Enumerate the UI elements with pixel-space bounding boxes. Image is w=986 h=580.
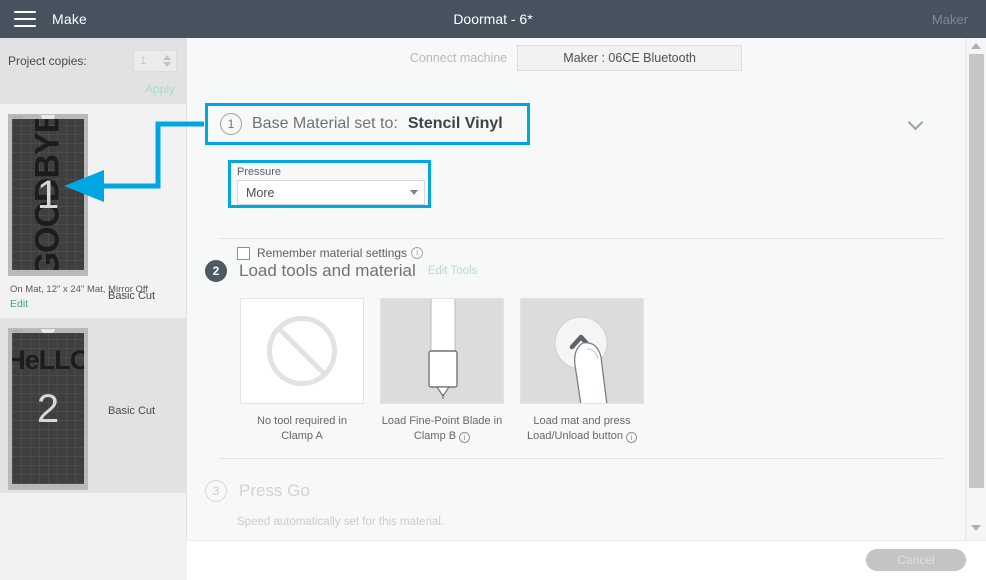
mat-sidebar: Project copies: 1 Apply 12x24 GOODBYE 1 …: [0, 38, 187, 580]
tool-card-caption-line1: No tool required in: [257, 415, 347, 427]
tool-card-caption-line2: Clamp A: [281, 429, 323, 442]
divider: [219, 238, 943, 239]
step-3-number: 3: [205, 480, 227, 502]
step-2-title: Load tools and material: [239, 261, 416, 280]
chevron-down-icon[interactable]: [410, 190, 418, 195]
make-main-panel: Connect machine Maker : 06CE Bluetooth 1…: [187, 38, 965, 540]
hamburger-menu-icon[interactable]: [14, 11, 36, 27]
tool-card-caption-line1: Load mat and press: [533, 415, 631, 427]
stepper-arrows[interactable]: [160, 51, 174, 71]
app-header: Make Doormat - 6* Maker: [0, 0, 986, 38]
project-copies-value: 1: [140, 55, 147, 67]
step-1-row: 1 Base Material set to: Stencil Vinyl: [205, 103, 945, 145]
cancel-button[interactable]: Cancel: [866, 549, 966, 571]
fine-point-blade-icon: [380, 298, 504, 404]
step-1-number: 1: [220, 113, 242, 135]
scroll-down-icon[interactable]: [971, 525, 981, 531]
chevron-down-icon[interactable]: [909, 116, 923, 130]
tool-card-caption-line1: Load Fine-Point Blade in: [381, 415, 503, 427]
mat-item-2[interactable]: 12x24 HeLLO 2 Basic Cut: [0, 318, 186, 493]
scrollbar-thumb[interactable]: [969, 54, 984, 488]
mat-thumbnail-1[interactable]: 12x24 GOODBYE 1: [8, 114, 88, 276]
mat-surface-2: HeLLO 2: [12, 333, 84, 484]
remember-material-settings-checkbox[interactable]: [237, 246, 250, 260]
mat-meta-1: On Mat, 12" x 24" Mat, Mirror Off: [10, 284, 149, 295]
mat-number-1: 1: [36, 172, 60, 217]
step-3-subtitle: Speed automatically set for this materia…: [237, 516, 445, 528]
machine-select-value: Maker : 06CE Bluetooth: [563, 51, 696, 65]
pressure-value: More: [246, 185, 275, 200]
no-tool-icon: [240, 298, 364, 404]
project-copies-stepper[interactable]: 1: [133, 50, 177, 72]
step-2-header: 2 Load tools and material Edit Tools: [205, 260, 477, 282]
mat-surface-1: GOODBYE 1: [12, 119, 84, 270]
base-material-label: Base Material set to:: [252, 115, 398, 132]
stepper-increment-icon[interactable]: [163, 55, 171, 60]
mat-number-2: 2: [36, 386, 60, 431]
info-icon[interactable]: i: [459, 431, 471, 443]
divider: [219, 458, 943, 459]
mat-cut-label-1: Basic Cut: [108, 290, 156, 302]
scroll-up-icon[interactable]: [971, 43, 981, 49]
mat-edit-button-1[interactable]: Edit: [8, 298, 186, 310]
mat-thumbnail-2[interactable]: 12x24 HeLLO 2: [8, 328, 88, 490]
base-material-button[interactable]: 1 Base Material set to: Stencil Vinyl: [205, 103, 530, 145]
connect-machine-label: Connect machine: [409, 51, 508, 65]
load-unload-button-icon: [520, 298, 644, 404]
tool-card-clamp-b[interactable]: Load Fine-Point Blade in Clamp Bi: [380, 298, 504, 444]
step-3-title: Press Go: [239, 481, 310, 500]
pressure-field: Pressure More: [228, 160, 431, 208]
step-2-number: 2: [205, 260, 227, 282]
header-machine-label: Maker: [931, 11, 968, 27]
tool-card-load-unload[interactable]: Load mat and press Load/Unload button i: [520, 298, 644, 444]
base-material-value: Stencil Vinyl: [407, 115, 503, 132]
mat-artwork-2: HeLLO: [12, 345, 84, 375]
tool-card-clamp-a[interactable]: No tool required in Clamp A: [240, 298, 364, 444]
info-icon[interactable]: i: [411, 247, 424, 259]
connect-machine-row: Connect machine Maker : 06CE Bluetooth: [187, 38, 965, 78]
pressure-select[interactable]: More: [237, 180, 425, 205]
project-title: Doormat - 6*: [453, 11, 533, 27]
mat-item-1[interactable]: 12x24 GOODBYE 1 Basic Cut On Mat, 12" x …: [0, 104, 186, 310]
remember-material-settings-label: Remember material settings: [257, 246, 408, 260]
tool-card-caption-line2: Clamp B: [413, 429, 457, 442]
pressure-label: Pressure: [237, 166, 282, 178]
footer-bar: Cancel: [187, 540, 986, 580]
project-copies-label: Project copies:: [8, 54, 87, 68]
main-scrollbar[interactable]: [965, 38, 986, 540]
header-make-label: Make: [52, 11, 88, 27]
footer-sidebar-fill: [0, 540, 187, 580]
tool-cards: No tool required in Clamp A Load Fine-Po…: [240, 298, 644, 444]
apply-copies-button[interactable]: Apply: [145, 82, 175, 96]
remember-material-settings-row[interactable]: Remember material settings i: [237, 246, 424, 260]
project-copies-bar: Project copies: 1 Apply: [0, 38, 186, 104]
mat-cut-label-2: Basic Cut: [108, 405, 156, 417]
info-icon[interactable]: i: [626, 431, 638, 443]
machine-select[interactable]: Maker : 06CE Bluetooth: [517, 45, 743, 71]
step-3-header: 3 Press Go: [205, 480, 310, 502]
edit-tools-button[interactable]: Edit Tools: [428, 265, 478, 277]
stepper-decrement-icon[interactable]: [163, 62, 171, 67]
tool-card-caption-line2: Load/Unload button: [526, 429, 624, 442]
